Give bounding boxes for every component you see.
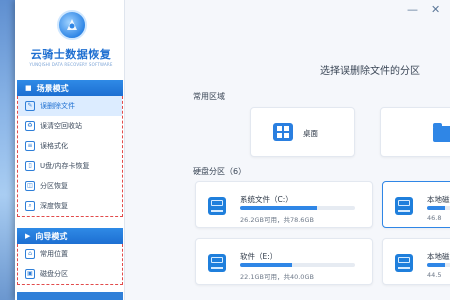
- drive-card-c[interactable]: 系统文件（C:） 26.2GB可用，共78.6GB: [195, 181, 373, 228]
- drive-info: 22.1GB可用，共40.0GB: [240, 273, 314, 281]
- desktop-background: [0, 0, 15, 300]
- wizard-mode-label: 向导模式: [35, 231, 68, 241]
- app-window: 云骑士数据恢复 YUNQISHI DATA RECOVERY SOFTWARE …: [15, 0, 450, 300]
- sidebar-item-label: 磁盘分区: [40, 270, 68, 278]
- sidebar-item-usb-card[interactable]: ▯ U盘/内存卡恢复: [18, 156, 122, 176]
- drive-usage-fill: [427, 206, 445, 210]
- sidebar-bottom-header[interactable]: [17, 292, 123, 300]
- sidebar-item-deleted-files[interactable]: ✎ 误删除文件: [18, 96, 122, 116]
- sidebar-item-recycle-bin[interactable]: ♻ 误清空回收站: [18, 116, 122, 136]
- app-subtitle: YUNQISHI DATA RECOVERY SOFTWARE: [29, 62, 113, 67]
- sidebar-item-disk-partition[interactable]: ▣ 磁盘分区: [18, 264, 122, 284]
- format-icon: ≡: [25, 141, 35, 151]
- drive-usage-fill: [240, 263, 292, 267]
- drive-usage-bar: [240, 206, 355, 210]
- sidebar: 云骑士数据恢复 YUNQISHI DATA RECOVERY SOFTWARE …: [15, 0, 125, 300]
- drive-card-e[interactable]: 软件（E:） 22.1GB可用，共40.0GB: [195, 238, 373, 285]
- page-title: 选择误删除文件的分区: [320, 66, 420, 77]
- drive-usage-bar: [427, 206, 450, 210]
- knight-logo-icon: [57, 10, 87, 40]
- sidebar-item-label: 分区恢复: [40, 182, 68, 190]
- hard-drive-icon: [208, 197, 226, 215]
- usb-card-icon: ▯: [25, 161, 35, 171]
- drive-card-f[interactable]: 本地磁 44.5: [382, 238, 450, 285]
- folder-icon: [433, 123, 450, 142]
- drive-name: 软件（E:）: [240, 252, 278, 261]
- scene-mode-label: 场景模式: [36, 83, 69, 93]
- sidebar-item-label: 误格式化: [40, 142, 68, 150]
- delete-file-icon: ✎: [25, 101, 35, 111]
- recycle-bin-icon: ♻: [25, 121, 35, 131]
- app-logo: 云骑士数据恢复 YUNQISHI DATA RECOVERY SOFTWARE: [15, 0, 125, 80]
- drive-name: 系统文件（C:）: [240, 195, 293, 204]
- grid-icon: ■: [25, 84, 32, 92]
- drive-usage-fill: [240, 206, 318, 210]
- scene-mode-menu: ✎ 误删除文件 ♻ 误清空回收站 ≡ 误格式化 ▯ U盘/内存卡恢复 ◫ 分区恢…: [17, 96, 123, 217]
- drive-card-d[interactable]: 本地磁 46.8: [382, 181, 450, 228]
- drive-info: 46.8: [427, 214, 442, 222]
- drive-name: 本地磁: [427, 252, 450, 261]
- wizard-mode-menu: ⌂ 常用位置 ▣ 磁盘分区: [17, 244, 123, 285]
- sidebar-item-partition[interactable]: ◫ 分区恢复: [18, 176, 122, 196]
- sidebar-item-label: 常用位置: [40, 250, 68, 258]
- sidebar-item-deep-scan[interactable]: ⌕ 深度恢复: [18, 196, 122, 216]
- sidebar-item-label: 误清空回收站: [40, 122, 82, 130]
- sidebar-item-common-location[interactable]: ⌂ 常用位置: [18, 244, 122, 264]
- disk-partition-icon: ▣: [25, 269, 35, 279]
- sidebar-item-label: 深度恢复: [40, 202, 68, 210]
- sidebar-item-format[interactable]: ≡ 误格式化: [18, 136, 122, 156]
- close-button[interactable]: ✕: [431, 4, 440, 16]
- drive-info: 26.2GB可用，共78.6GB: [240, 216, 314, 224]
- drive-usage-bar: [427, 263, 450, 267]
- wizard-icon: ▶: [25, 232, 31, 240]
- hard-drive-icon: [395, 197, 413, 215]
- location-card-desktop[interactable]: 桌面: [250, 107, 355, 157]
- deep-scan-icon: ⌕: [25, 201, 35, 211]
- partition-icon: ◫: [25, 181, 35, 191]
- app-name: 云骑士数据恢复: [30, 48, 112, 61]
- wizard-mode-header[interactable]: ▶ 向导模式: [17, 228, 123, 244]
- sidebar-item-label: U盘/内存卡恢复: [40, 162, 90, 170]
- disk-partition-label: 硬盘分区（6）: [193, 167, 247, 176]
- drive-usage-bar: [240, 263, 355, 267]
- location-card-folder[interactable]: [380, 107, 450, 157]
- common-area-label: 常用区域: [193, 92, 225, 101]
- desktop-windows-icon: [273, 123, 293, 141]
- scene-mode-header[interactable]: ■ 场景模式: [17, 80, 123, 96]
- location-label: 桌面: [303, 129, 318, 138]
- drive-info: 44.5: [427, 271, 442, 279]
- minimize-button[interactable]: —: [407, 4, 418, 16]
- drive-name: 本地磁: [427, 195, 450, 204]
- sidebar-item-label: 误删除文件: [40, 102, 75, 110]
- hard-drive-icon: [395, 254, 413, 272]
- location-icon: ⌂: [25, 249, 35, 259]
- hard-drive-icon: [208, 254, 226, 272]
- drive-usage-fill: [427, 263, 445, 267]
